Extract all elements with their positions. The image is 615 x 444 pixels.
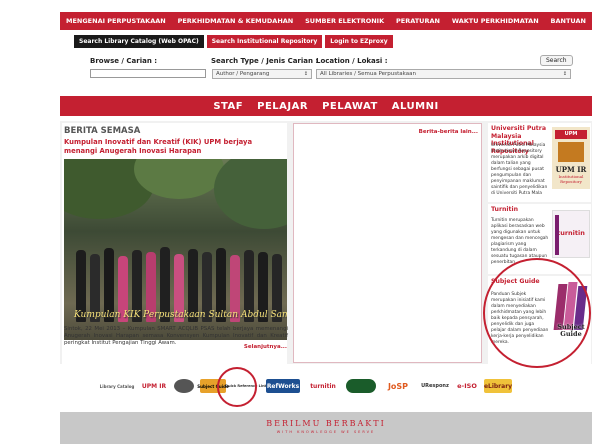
card-text: Panduan Subjek merupakan inisiatif kami … xyxy=(491,292,549,345)
search-type-label: Search Type / Jenis Carian : xyxy=(211,57,319,65)
upm-ir-logo-icon: UPM UPM IR Institutional Repository xyxy=(552,127,590,189)
nav-item-bantuan[interactable]: BANTUAN xyxy=(551,17,586,25)
nav-item-sumber[interactable]: SUMBER ELEKTRONIK xyxy=(305,17,384,25)
other-news-link[interactable]: Berita-berita lain... xyxy=(419,129,478,135)
news-more-link[interactable]: Selanjutnya... xyxy=(244,344,287,350)
e-iso-logo-icon[interactable]: e-ISO xyxy=(456,379,478,393)
search-tabs: Search Library Catalog (Web OPAC) Search… xyxy=(74,35,393,48)
browse-label: Browse / Carian : xyxy=(90,57,158,65)
location-value: All Libraries / Semua Perpustakaan xyxy=(320,71,416,77)
search-type-select[interactable]: Author / Pengarang ↕ xyxy=(212,69,312,79)
audience-staf[interactable]: STAF xyxy=(213,101,243,112)
main-content: BERITA SEMASA Kumpulan Inovatif dan Krea… xyxy=(60,121,592,365)
footer-motto-sub: WITH KNOWLEDGE WE SERVE xyxy=(276,430,376,434)
refworks-logo-icon[interactable]: RefWorks xyxy=(266,379,300,393)
page: MENGENAI PERPUSTAKAAN PERKHIDMATAN & KEM… xyxy=(60,0,592,444)
location-select[interactable]: All Libraries / Semua Perpustakaan ↕ xyxy=(316,69,571,79)
card-title: Turnitin xyxy=(491,206,519,213)
turnitin-logo-icon: turnitin xyxy=(552,210,590,258)
elibrary-logo-icon[interactable]: eLibrary xyxy=(484,379,512,393)
tab-institutional-repository[interactable]: Search Institutional Repository xyxy=(206,35,323,48)
audience-pelajar[interactable]: PELAJAR xyxy=(257,101,308,112)
location-label: Location / Lokasi : xyxy=(316,57,388,65)
news-list-panel: Berita-berita lain... xyxy=(293,123,482,363)
search-panel: Search Library Catalog (Web OPAC) Search… xyxy=(60,30,592,96)
card-text: Turnitin merupakan aplikasi berasaskan w… xyxy=(491,218,549,265)
nav-item-waktu[interactable]: WAKTU PERKHIDMATAN xyxy=(452,17,539,25)
browse-input[interactable] xyxy=(90,69,206,78)
subject-guide-logo-icon[interactable]: Subject Guide xyxy=(197,379,229,393)
top-nav-bar: MENGENAI PERPUSTAKAAN PERKHIDMATAN & KEM… xyxy=(60,12,592,30)
search-type-value: Author / Pengarang xyxy=(216,71,270,77)
green-badge-icon[interactable] xyxy=(346,379,376,393)
nav-item-peraturan[interactable]: PERATURAN xyxy=(396,17,440,25)
news-panel: BERITA SEMASA Kumpulan Inovatif dan Krea… xyxy=(62,123,288,365)
tab-ezproxy[interactable]: Login to EZproxy xyxy=(325,35,393,48)
card-turnitin[interactable]: Turnitin Turnitin merupakan aplikasi ber… xyxy=(488,204,591,274)
upm-ir-logo-icon[interactable]: UPM IR xyxy=(140,379,168,393)
card-subject-guide[interactable]: Subject Guide Panduan Subjek merupakan i… xyxy=(488,276,591,364)
news-title[interactable]: Kumpulan Inovatif dan Kreatif (KIK) UPM … xyxy=(64,138,284,156)
library-catalog-logo-icon[interactable]: Library Catalog xyxy=(100,379,135,393)
uresponz-logo-icon[interactable]: UResponz xyxy=(420,379,450,393)
josp-logo-icon[interactable]: JoSP xyxy=(382,379,414,393)
quick-reference-link-icon[interactable]: Quick Reference Link xyxy=(225,379,267,393)
round-emblem-icon[interactable] xyxy=(174,379,194,393)
select-arrow-icon: ↕ xyxy=(562,71,567,77)
photo-caption: Kumpulan KIK Perpustakaan Sultan Abdul S… xyxy=(74,310,287,320)
audience-pelawat[interactable]: PELAWAT xyxy=(322,101,378,112)
footer-motto: BERILMU BERBAKTI xyxy=(266,419,386,428)
select-arrow-icon: ↕ xyxy=(303,71,308,77)
resource-logo-strip: Library Catalog UPM IR Subject Guide Qui… xyxy=(100,374,570,398)
card-text: Universiti Putra Malaysia Institutional … xyxy=(491,143,548,196)
nav-item-perkhidmatan[interactable]: PERKHIDMATAN & KEMUDAHAN xyxy=(178,17,294,25)
news-heading: BERITA SEMASA xyxy=(64,126,141,136)
card-title: Subject Guide xyxy=(491,278,540,285)
audience-alumni[interactable]: ALUMNI xyxy=(392,101,439,112)
tab-web-opac[interactable]: Search Library Catalog (Web OPAC) xyxy=(74,35,204,48)
turnitin-logo-icon[interactable]: turnitin xyxy=(306,379,340,393)
card-upm-ir[interactable]: Universiti Putra Malaysia Institutional … xyxy=(488,123,591,202)
subject-guide-books-icon: Subject Guide xyxy=(552,280,590,340)
footer: BERILMU BERBAKTI WITH KNOWLEDGE WE SERVE xyxy=(60,412,592,444)
nav-item-mengenai[interactable]: MENGENAI PERPUSTAKAAN xyxy=(66,17,166,25)
news-photo: Kumpulan KIK Perpustakaan Sultan Abdul S… xyxy=(64,159,287,340)
search-button[interactable]: Search xyxy=(540,55,573,66)
audience-nav: STAF PELAJAR PELAWAT ALUMNI xyxy=(60,96,592,116)
